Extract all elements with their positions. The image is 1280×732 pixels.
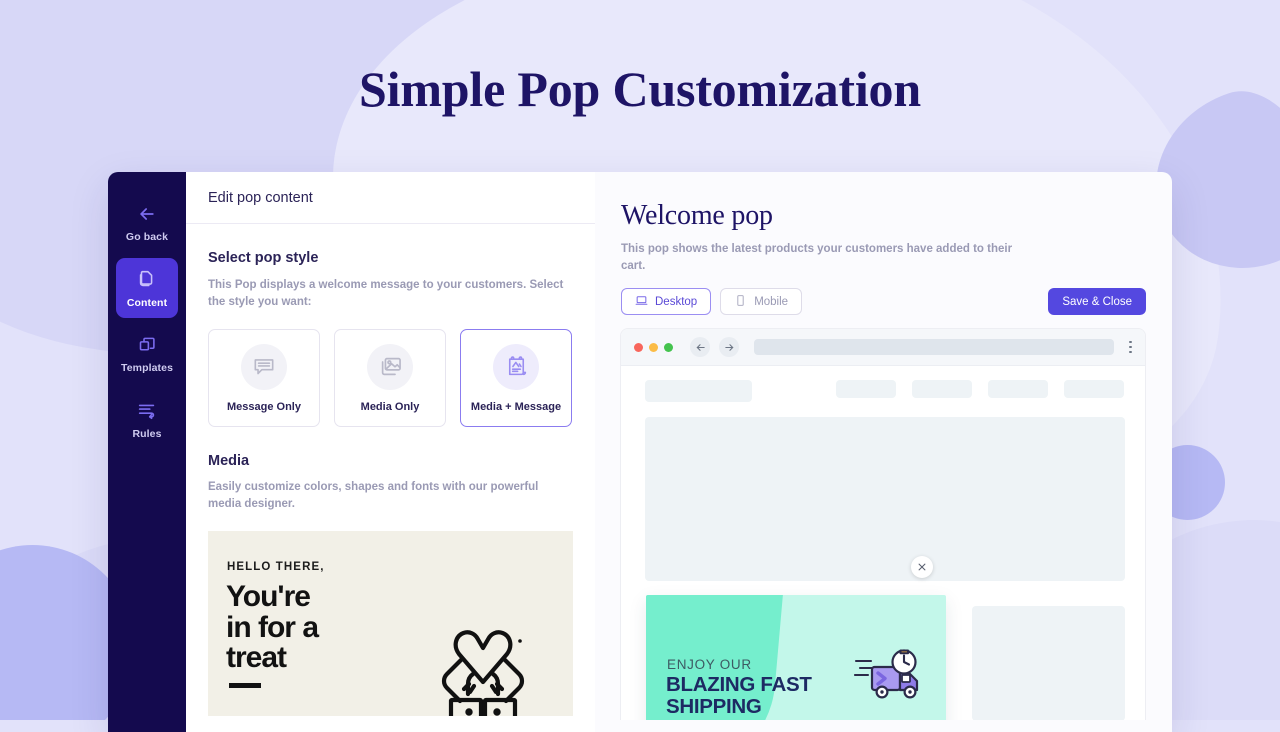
browser-forward-button[interactable] [719, 337, 739, 357]
popup-headline-line: BLAZING FAST [666, 673, 812, 696]
mobile-icon [734, 294, 747, 310]
welcome-popup-preview[interactable]: ENJOY OUR BLAZING FAST SHIPPING [646, 595, 946, 720]
window-minimize-dot [649, 342, 658, 352]
window-close-dot [634, 342, 643, 352]
browser-preview-mock: ENJOY OUR BLAZING FAST SHIPPING [620, 328, 1146, 720]
poster-document-icon [493, 343, 539, 390]
pop-style-option-label: Media + Message [470, 400, 562, 413]
skeleton-nav-item [1064, 380, 1124, 398]
media-banner-headline-line: treat [226, 641, 287, 675]
close-icon [918, 563, 926, 571]
desktop-icon [635, 294, 648, 310]
preview-description: This pop shows the latest products your … [621, 243, 1013, 272]
media-banner-headline-line: in for a [226, 610, 319, 644]
pop-style-option-media-message[interactable]: Media + Message [460, 329, 572, 428]
editor-header: Edit pop content [186, 172, 595, 224]
media-banner-rule [229, 682, 261, 688]
window-maximize-dot [664, 342, 673, 352]
media-banner-kicker: HELLO THERE, [227, 560, 325, 573]
skeleton-logo [645, 380, 752, 402]
pop-style-option-media-only[interactable]: Media Only [334, 329, 446, 428]
sidebar-item-label: Rules [132, 428, 162, 440]
sidebar-item-rules[interactable]: Rules [116, 389, 178, 449]
device-tab-label: Desktop [655, 295, 698, 308]
templates-stack-icon [137, 334, 158, 355]
rules-lines-icon [136, 399, 158, 421]
browser-back-button[interactable] [690, 337, 710, 357]
sidebar-item-label: Templates [120, 362, 174, 374]
skeleton-nav-item [912, 380, 972, 398]
popup-kicker: ENJOY OUR [667, 657, 752, 672]
skeleton-nav-item [836, 380, 896, 398]
select-pop-style-title: Select pop style [208, 250, 319, 266]
pop-style-option-message-only[interactable]: Message Only [208, 329, 320, 428]
sidebar-item-content[interactable]: Content [116, 258, 178, 318]
browser-url-bar[interactable] [754, 339, 1115, 355]
sidebar-item-label: Go back [125, 231, 169, 243]
select-pop-style-description: This Pop displays a welcome message to y… [208, 279, 564, 308]
page-title: Simple Pop Customization [359, 61, 921, 117]
editor-body: Select pop style This Pop displays a wel… [186, 224, 595, 716]
sidebar: Go back Content Templates Rules [108, 172, 186, 732]
arrow-left-icon [696, 343, 705, 351]
popup-headline-line: SHIPPING [666, 695, 762, 719]
media-preview-banner[interactable]: HELLO THERE, You're in for a treat [208, 530, 573, 716]
editor-header-title: Edit pop content [208, 189, 313, 206]
save-and-close-button[interactable]: Save & Close [1048, 288, 1146, 316]
pop-style-option-label: Media Only [360, 400, 420, 413]
media-title: Media [208, 453, 250, 470]
traffic-lights [634, 342, 673, 352]
image-stack-icon [367, 343, 413, 390]
pop-style-option-label: Message Only [227, 400, 301, 413]
browser-chrome [621, 329, 1145, 366]
device-tab-desktop[interactable]: Desktop [621, 288, 712, 316]
pop-style-options: Message Only Media Only Media + Message [208, 329, 573, 428]
kebab-menu-icon[interactable] [1129, 340, 1132, 354]
media-section: Media Easily customize colors, shapes an… [208, 453, 573, 716]
arrow-right-icon [724, 343, 733, 351]
media-banner-headline: You're in for a treat [226, 579, 319, 675]
skeleton-nav-item [988, 380, 1048, 398]
sidebar-item-go-back[interactable]: Go back [116, 194, 178, 252]
device-tab-mobile[interactable]: Mobile [720, 288, 803, 316]
speech-bubble-icon [241, 343, 287, 390]
content-pages-icon [136, 268, 158, 290]
popup-headline: BLAZING FAST SHIPPING [666, 673, 812, 719]
preview-toolbar: Desktop Mobile Save & Close [621, 288, 1146, 316]
sidebar-item-label: Content [126, 297, 168, 309]
skeleton-card [972, 606, 1125, 720]
delivery-truck-clock-icon [853, 645, 932, 707]
preview-title: Welcome pop [621, 200, 773, 231]
sidebar-item-templates[interactable]: Templates [116, 324, 178, 383]
hands-holding-heart-icon [423, 612, 543, 716]
popup-close-button[interactable] [911, 556, 933, 578]
skeleton-hero [645, 417, 1125, 581]
device-tab-label: Mobile [754, 295, 789, 308]
browser-page-skeleton: ENJOY OUR BLAZING FAST SHIPPING [621, 366, 1145, 720]
editor-panel: Edit pop content Select pop style This P… [186, 172, 595, 732]
media-description: Easily customize colors, shapes and font… [208, 481, 539, 511]
media-banner-headline-line: You're [226, 579, 311, 613]
arrow-left-icon [137, 204, 157, 224]
